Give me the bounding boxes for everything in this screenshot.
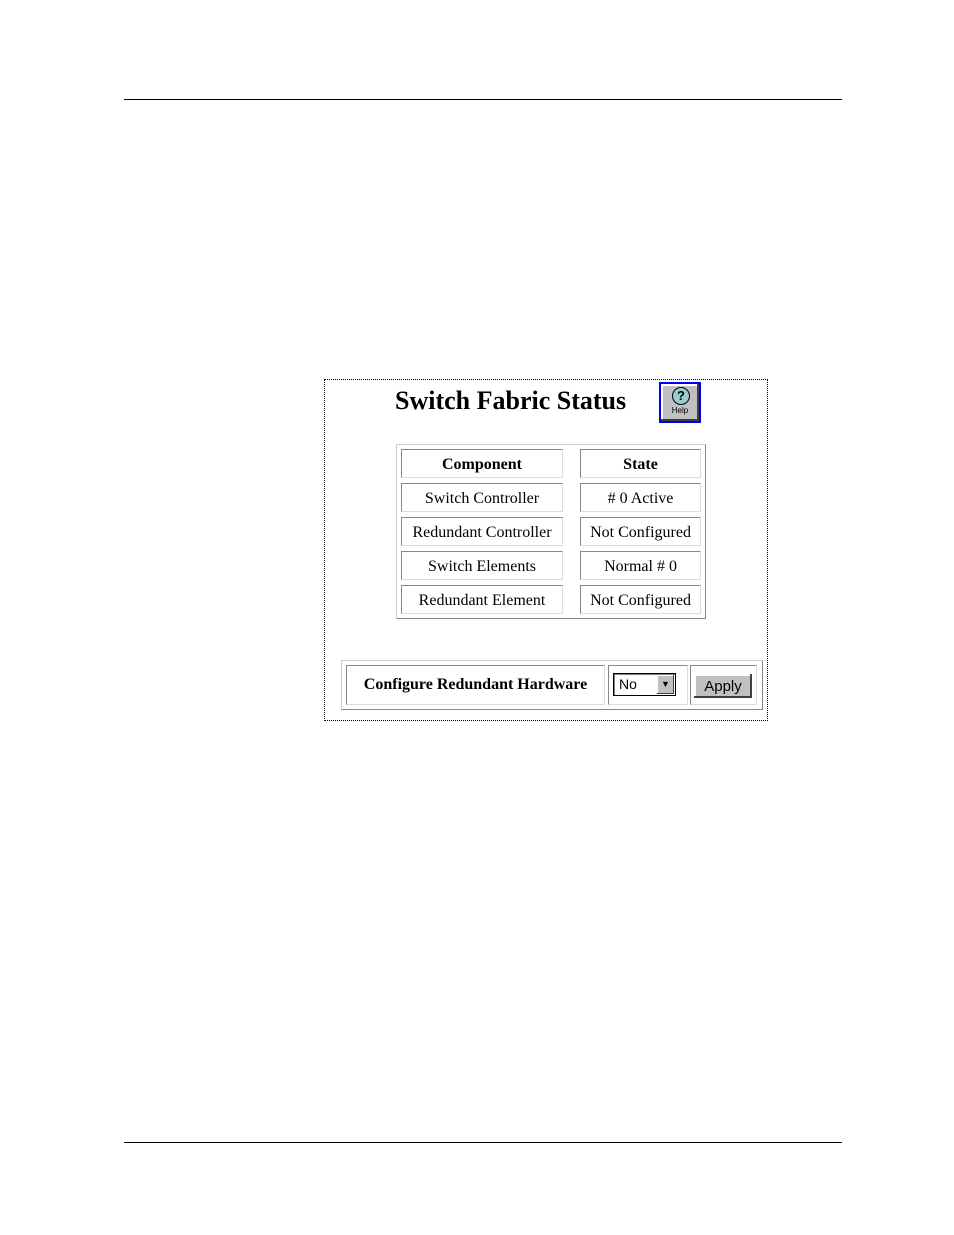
state-cell: Not Configured <box>580 517 701 546</box>
chevron-down-icon[interactable]: ▼ <box>657 675 674 694</box>
state-cell: # 0 Active <box>580 483 701 512</box>
header-state: State <box>580 449 701 478</box>
help-icon: ? <box>672 387 690 405</box>
header-component: Component <box>401 449 563 478</box>
footer-rule <box>124 1142 842 1143</box>
redundant-hardware-select[interactable]: No ▼ <box>613 673 676 696</box>
component-cell: Redundant Controller <box>401 517 563 546</box>
component-cell: Redundant Element <box>401 585 563 614</box>
select-value: No <box>619 676 637 692</box>
state-cell: Not Configured <box>580 585 701 614</box>
help-button[interactable]: ? Help <box>659 382 701 423</box>
apply-button[interactable]: Apply <box>694 674 752 698</box>
component-cell: Switch Elements <box>401 551 563 580</box>
header-rule <box>124 99 842 100</box>
component-cell: Switch Controller <box>401 483 563 512</box>
configure-redundant-label: Configure Redundant Hardware <box>346 665 605 705</box>
page-title: Switch Fabric Status <box>395 386 627 415</box>
state-cell: Normal # 0 <box>580 551 701 580</box>
document-page: Switch Fabric Status ? Help Component St… <box>0 0 954 1235</box>
help-label: Help <box>671 406 689 415</box>
